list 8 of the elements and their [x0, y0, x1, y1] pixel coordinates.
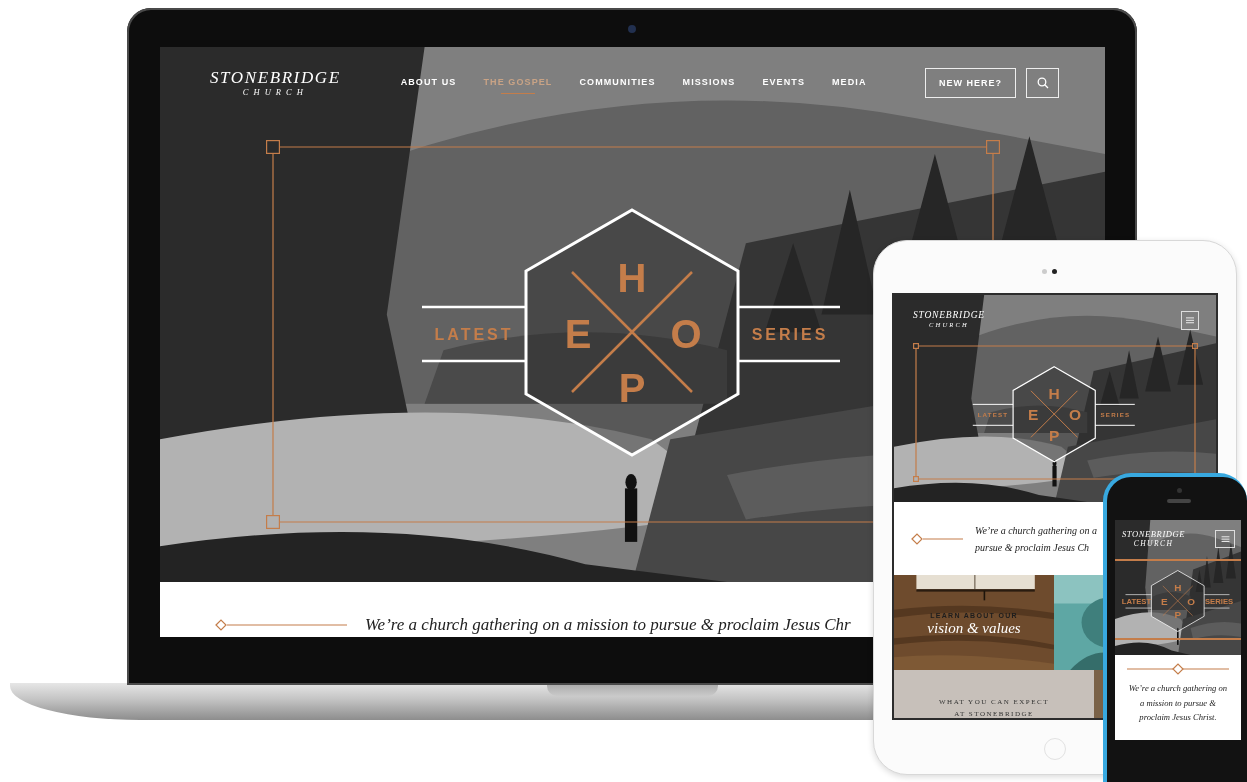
- emblem-letter: E: [1160, 595, 1168, 607]
- emblem-letter: O: [1186, 595, 1195, 607]
- logo-name: STONEBRIDGE: [1122, 530, 1186, 539]
- emblem-letter: H: [1173, 581, 1181, 593]
- emblem-letter: P: [1173, 608, 1181, 620]
- tagline: We’re a church gathering on a mission to pursue & proclaim Jesus Chr: [365, 614, 851, 635]
- tagline: We’re a church gathering on a mission to pursue & proclaim Jesus Christ.: [1127, 682, 1229, 724]
- tile-title: vision & values: [927, 619, 1021, 637]
